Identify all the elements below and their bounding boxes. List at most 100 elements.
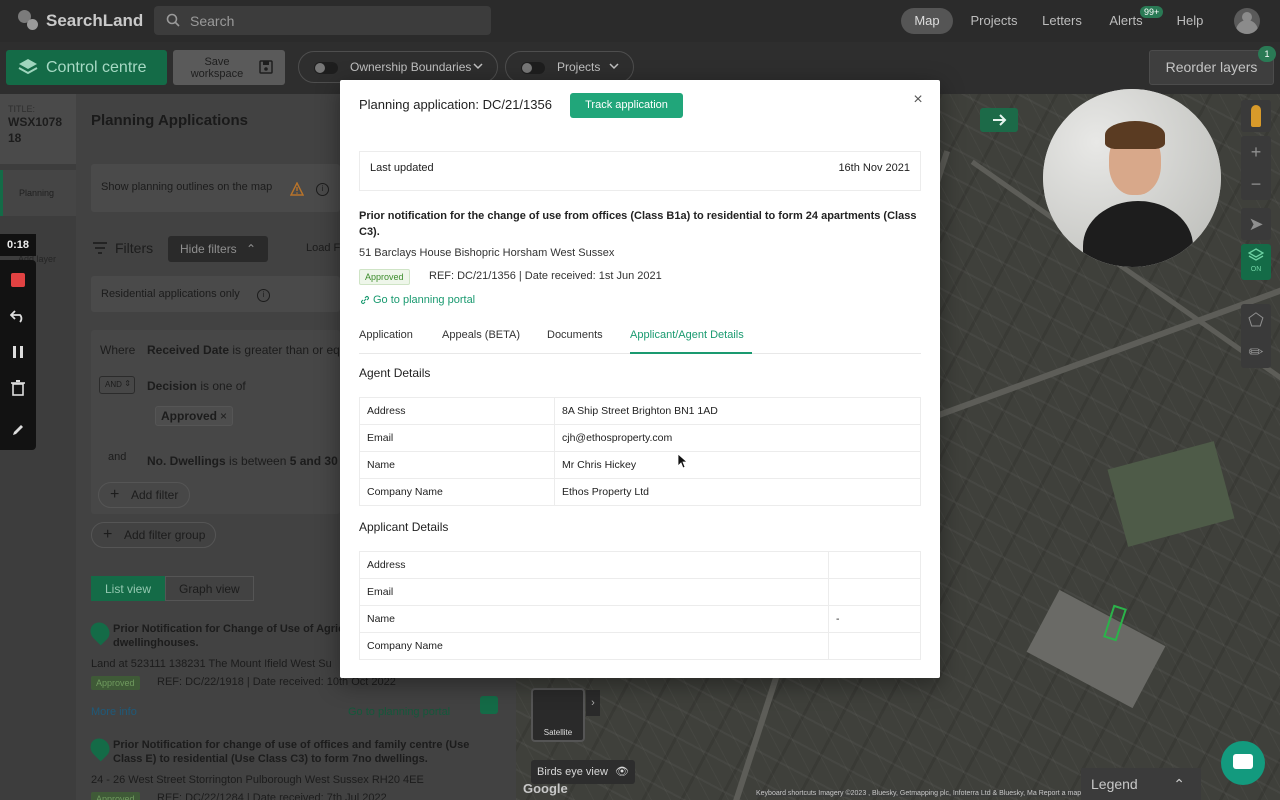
reorder-layers-button[interactable]: Reorder layers [1149, 50, 1274, 85]
filter-condition-received-date[interactable]: Received Date is greater than or equ [147, 343, 346, 357]
go-to-portal-link[interactable]: Go to planning portal [348, 706, 450, 718]
filter-condition-decision[interactable]: Decision is one of [147, 379, 246, 393]
nav-map[interactable]: Map [901, 8, 953, 34]
track-application-button[interactable]: Track application [570, 93, 683, 118]
layers-on-label: ON [1250, 266, 1262, 273]
agent-details-table: Address 8A Ship Street Brighton BN1 1AD E… [359, 397, 921, 506]
ownership-label: Ownership Boundaries [350, 60, 472, 74]
tab-documents[interactable]: Documents [547, 329, 603, 354]
row-value [828, 551, 921, 579]
control-centre-button[interactable]: Control centre [6, 50, 167, 85]
search-placeholder: Search [190, 12, 235, 29]
filter-operator: is between [229, 454, 287, 468]
load-filters-button[interactable]: Load F [306, 242, 340, 254]
sidebar-item-planning[interactable]: Planning [0, 170, 76, 216]
and-text: and [108, 451, 127, 463]
add-filter-button[interactable]: + Add filter [98, 482, 190, 508]
zoom-in-button[interactable]: + [1241, 136, 1271, 168]
updown-icon: ⇕ [124, 379, 131, 388]
warning-icon [290, 182, 304, 196]
brand-logo[interactable]: SearchLand [18, 10, 143, 32]
tab-graph-view[interactable]: Graph view [165, 576, 254, 601]
application-address: 51 Barclays House Bishopric Horsham West… [359, 247, 615, 259]
alerts-badge: 99+ [1140, 6, 1164, 18]
row-label: Address [359, 551, 829, 579]
row-label: Email [359, 424, 555, 452]
filter-operator: is greater than or equ [232, 343, 347, 357]
row-value: - [828, 605, 921, 633]
legend-toggle[interactable]: Legend ⌃ [1081, 768, 1201, 800]
info-icon[interactable]: i [257, 289, 270, 302]
nav-help[interactable]: Help [1172, 8, 1208, 34]
result-address: Land at 523111 138231 The Mount Ifield W… [91, 658, 332, 670]
residential-only-toggle[interactable]: Residential applications only [91, 276, 340, 312]
tab-list-view[interactable]: List view [91, 576, 166, 601]
plus-icon: + [103, 526, 113, 543]
toggle-switch[interactable] [521, 62, 545, 74]
stop-recording-button[interactable] [0, 262, 36, 298]
close-icon[interactable]: × [911, 92, 925, 108]
toggle-switch[interactable] [314, 62, 338, 74]
nav-projects[interactable]: Projects [967, 8, 1021, 34]
last-updated-row: Last updated 16th Nov 2021 [359, 151, 921, 191]
bell-icon[interactable] [480, 696, 498, 714]
result-title: Prior Notification for change of use of … [113, 739, 470, 765]
page-title: Planning Applications [91, 112, 248, 129]
title-panel: TITLE: WSX1078 18 [0, 94, 76, 164]
table-row: Email cjh@ethosproperty.com [359, 424, 921, 452]
save-workspace-button[interactable]: Save workspace [173, 50, 285, 85]
stop-icon [11, 273, 25, 287]
user-avatar-icon[interactable] [1234, 8, 1260, 34]
nav-letters[interactable]: Letters [1036, 8, 1088, 34]
ruler-icon[interactable]: ✏ [1241, 336, 1271, 368]
undo-button[interactable] [0, 298, 36, 334]
modal-title: Planning application: DC/21/1356 [359, 97, 552, 112]
last-updated-label: Last updated [370, 162, 434, 174]
pause-button[interactable] [0, 334, 36, 370]
ownership-boundaries-toggle[interactable]: Ownership Boundaries [298, 51, 498, 83]
last-updated-value: 16th Nov 2021 [838, 162, 910, 174]
zoom-out-button[interactable]: − [1241, 168, 1271, 200]
polygon-icon[interactable]: ⬠ [1241, 304, 1271, 336]
projects-toggle[interactable]: Projects [505, 51, 634, 83]
planning-application-modal: Planning application: DC/21/1356 Track a… [340, 80, 940, 678]
map-search-go-button[interactable] [980, 108, 1018, 132]
tab-applicant-agent[interactable]: Applicant/Agent Details [630, 329, 752, 354]
result-ref: REF: DC/22/1284 | Date received: 7th Jul… [157, 792, 387, 800]
go-to-portal-link[interactable]: Go to planning portal [373, 294, 475, 306]
legend-label: Legend [1091, 776, 1138, 792]
filter-field: Decision [147, 379, 198, 393]
map-pin-icon [86, 618, 114, 646]
delete-button[interactable] [0, 370, 36, 406]
modal-tabs: Application Appeals (BETA) Documents App… [359, 329, 921, 354]
tab-application[interactable]: Application [359, 329, 413, 354]
row-label: Company Name [359, 632, 829, 660]
add-filter-group-button[interactable]: + Add filter group [91, 522, 216, 548]
chevron-right-icon[interactable]: › [586, 690, 600, 716]
projects-label: Projects [557, 60, 601, 74]
more-info-link[interactable]: More info [91, 706, 137, 718]
searchland-logo-icon [18, 10, 40, 32]
hide-filters-button[interactable]: Hide filters ⌃ [168, 236, 268, 262]
info-icon[interactable]: i [316, 183, 329, 196]
satellite-toggle[interactable]: Satellite [531, 688, 585, 742]
row-value: 8A Ship Street Brighton BN1 1AD [554, 397, 921, 425]
chat-bubble-icon[interactable] [1221, 741, 1265, 785]
layers-icon [1248, 248, 1264, 261]
search-icon [166, 13, 180, 27]
draw-button[interactable] [0, 412, 36, 448]
navigate-arrow-icon[interactable]: ➤ [1241, 208, 1271, 240]
search-input[interactable]: Search [154, 6, 491, 35]
approved-chip[interactable]: Approved × [155, 406, 233, 426]
tab-appeals[interactable]: Appeals (BETA) [442, 329, 520, 354]
street-view-pegman-icon[interactable] [1241, 100, 1271, 132]
where-label: Where [100, 343, 136, 357]
undo-icon [10, 310, 23, 323]
list-item[interactable]: Prior Notification for change of use of … [86, 734, 501, 800]
remove-icon[interactable]: × [220, 409, 227, 423]
title-label: TITLE: [8, 104, 36, 114]
and-or-select[interactable]: AND ⇕ [99, 376, 135, 394]
layers-toggle-button[interactable]: ON [1241, 244, 1271, 280]
top-navigation: SearchLand Search Map Projects Letters A… [0, 0, 1280, 42]
filter-condition-dwellings[interactable]: No. Dwellings is between 5 and 30 [147, 454, 338, 468]
